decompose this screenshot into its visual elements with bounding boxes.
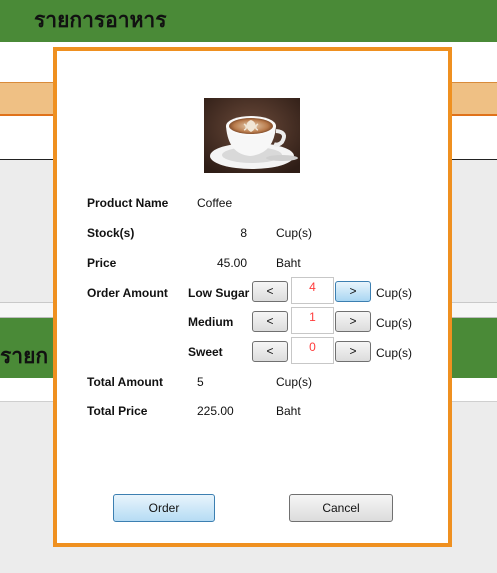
sweet-unit: Cup(s) <box>376 346 413 360</box>
total-price-unit: Baht <box>276 404 301 418</box>
option-label-medium: Medium <box>188 315 234 329</box>
total-amount-value: 5 <box>197 375 204 389</box>
stock-label: Stock(s) <box>87 226 135 240</box>
total-price-label: Total Price <box>87 404 148 418</box>
app-title: รายการอาหาร <box>34 8 167 32</box>
order-button[interactable]: Order <box>113 494 215 522</box>
product-name-value: Coffee <box>197 196 233 210</box>
medium-count: 1 <box>291 307 334 334</box>
medium-increment-button[interactable]: > <box>335 311 371 332</box>
coffee-image <box>204 98 300 173</box>
second-title: รายก <box>0 344 49 368</box>
stock-value: 8 <box>240 226 247 240</box>
low-sugar-decrement-button[interactable]: < <box>252 281 288 302</box>
option-label-sweet: Sweet <box>188 345 223 359</box>
total-amount-unit: Cup(s) <box>276 375 313 389</box>
sweet-increment-button[interactable]: > <box>335 341 371 362</box>
option-label-low-sugar: Low Sugar <box>188 286 250 300</box>
product-name-label: Product Name <box>87 196 169 210</box>
low-sugar-unit: Cup(s) <box>376 286 413 300</box>
order-amount-label: Order Amount <box>87 286 168 300</box>
cancel-button[interactable]: Cancel <box>289 494 393 522</box>
low-sugar-increment-button[interactable]: > <box>335 281 371 302</box>
medium-decrement-button[interactable]: < <box>252 311 288 332</box>
sweet-decrement-button[interactable]: < <box>252 341 288 362</box>
order-dialog: Product Name Coffee Stock(s) 8 Cup(s) Pr… <box>53 47 452 547</box>
total-price-value: 225.00 <box>197 404 234 418</box>
price-label: Price <box>87 256 117 270</box>
medium-unit: Cup(s) <box>376 316 413 330</box>
low-sugar-count: 4 <box>291 277 334 304</box>
total-amount-label: Total Amount <box>87 375 163 389</box>
price-value: 45.00 <box>216 256 247 270</box>
sweet-count: 0 <box>291 337 334 364</box>
stock-unit: Cup(s) <box>276 226 313 240</box>
price-unit: Baht <box>276 256 301 270</box>
